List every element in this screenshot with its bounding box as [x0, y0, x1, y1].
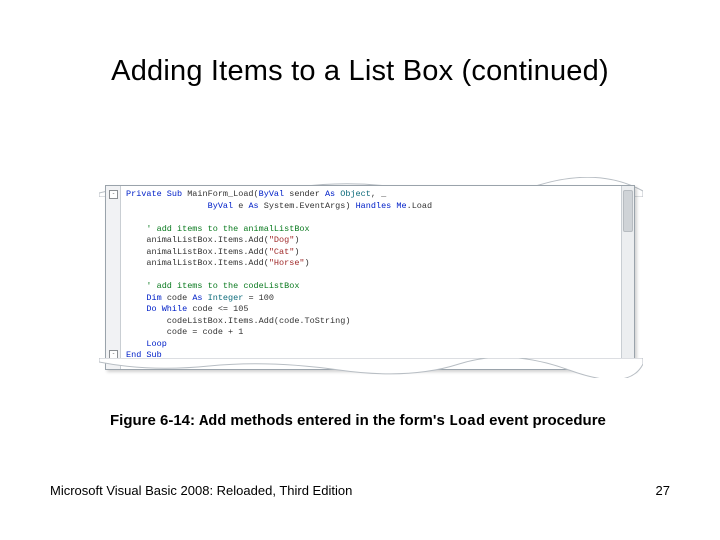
- code-keyword: End Sub: [126, 350, 162, 360]
- footer-book-title: Microsoft Visual Basic 2008: Reloaded, T…: [50, 483, 352, 498]
- code-string: "Horse": [269, 258, 305, 268]
- code-text: ): [305, 258, 310, 268]
- code-type: Object: [335, 189, 371, 199]
- code-comment: ' add items to the codeListBox: [126, 281, 299, 291]
- code-listing: Private Sub MainForm_Load(ByVal sender A…: [126, 189, 618, 369]
- code-keyword: Dim: [146, 293, 161, 303]
- code-text: [126, 201, 208, 211]
- code-figure: - - Private Sub MainForm_Load(ByVal send…: [105, 185, 635, 370]
- code-string: "Cat": [269, 247, 295, 257]
- code-keyword: Handles: [356, 201, 392, 211]
- code-text: [126, 304, 146, 314]
- slide-title: Adding Items to a List Box (continued): [0, 55, 720, 88]
- code-keyword: ByVal: [259, 189, 285, 199]
- code-pane: - - Private Sub MainForm_Load(ByVal send…: [105, 185, 635, 370]
- code-text: sender: [284, 189, 325, 199]
- collapse-marker: -: [109, 190, 118, 199]
- footer-page-number: 27: [656, 483, 670, 498]
- code-keyword: As: [325, 189, 335, 199]
- code-text: ): [294, 247, 299, 257]
- code-keyword: Private Sub: [126, 189, 182, 199]
- code-keyword: Do While: [146, 304, 187, 314]
- code-keyword: Me: [396, 201, 406, 211]
- figure-caption: Figure 6-14: Add methods entered in the …: [110, 412, 690, 430]
- code-keyword: As: [248, 201, 258, 211]
- code-text: code = code + 1: [126, 327, 243, 337]
- scrollbar-thumb[interactable]: [623, 190, 633, 232]
- scrollbar[interactable]: [621, 186, 634, 369]
- code-text: animalListBox.Items.Add(: [126, 258, 269, 268]
- code-text: MainForm_Load(: [182, 189, 259, 199]
- code-text: [126, 293, 146, 303]
- code-keyword: Loop: [146, 339, 166, 349]
- code-text: animalListBox.Items.Add(: [126, 235, 269, 245]
- caption-code-1: Add: [199, 413, 226, 430]
- code-string: "Dog": [269, 235, 295, 245]
- slide: Adding Items to a List Box (continued) -…: [0, 0, 720, 540]
- caption-code-2: Load: [449, 413, 485, 430]
- code-text: code <= 105: [187, 304, 248, 314]
- code-text: = 100: [243, 293, 274, 303]
- code-keyword: As: [192, 293, 202, 303]
- caption-suffix: event procedure: [485, 412, 606, 429]
- code-text: [126, 339, 146, 349]
- code-gutter: - -: [106, 186, 121, 369]
- code-comment: ' add items to the animalListBox: [126, 224, 310, 234]
- code-text: , _: [371, 189, 386, 199]
- code-text: .Load: [407, 201, 433, 211]
- code-text: code: [162, 293, 193, 303]
- code-type: Integer: [203, 293, 244, 303]
- code-text: codeListBox.Items.Add(code.ToString): [126, 316, 350, 326]
- caption-prefix: Figure 6-14:: [110, 412, 199, 429]
- code-text: animalListBox.Items.Add(: [126, 247, 269, 257]
- caption-mid: methods entered in the form's: [226, 412, 449, 429]
- code-text: System.EventArgs): [259, 201, 356, 211]
- collapse-marker: -: [109, 350, 118, 359]
- code-keyword: ByVal: [208, 201, 234, 211]
- code-text: e: [233, 201, 248, 211]
- code-text: ): [294, 235, 299, 245]
